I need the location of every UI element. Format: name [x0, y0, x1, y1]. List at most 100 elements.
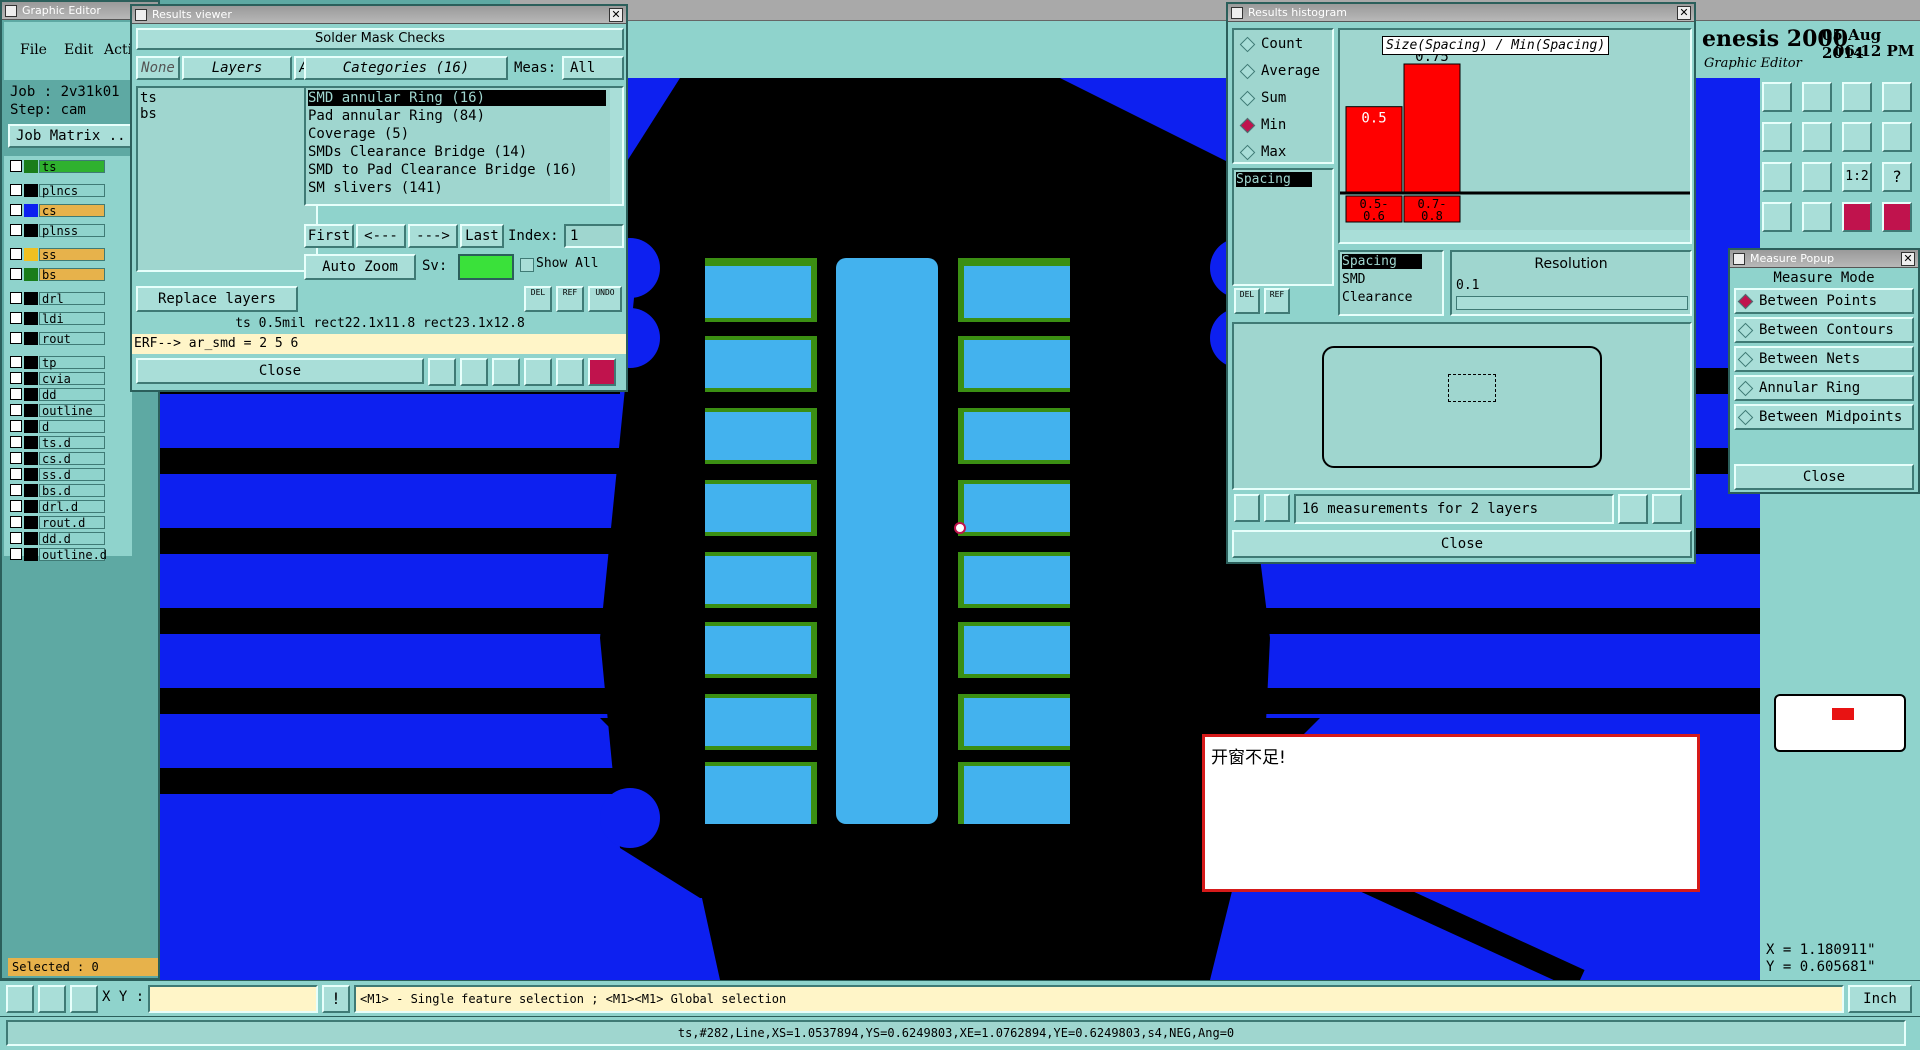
close-icon[interactable]: ✕ [1677, 6, 1691, 20]
layer-row-cvia[interactable]: cvia [10, 372, 106, 386]
categories-button[interactable]: Categories (16) [304, 56, 508, 80]
tool-redraw-icon[interactable] [1842, 122, 1872, 152]
tool-probe-icon[interactable] [1882, 202, 1912, 232]
menu-actions[interactable]: Acti [104, 42, 132, 58]
layer-checkbox[interactable] [10, 420, 22, 432]
window-menu-icon[interactable] [5, 5, 17, 17]
layer-row-cs[interactable]: cs [10, 204, 106, 218]
layer-row-ss[interactable]: ss [10, 248, 106, 262]
type-spacing[interactable]: Spacing [1236, 172, 1312, 187]
layer-checkbox[interactable] [10, 372, 22, 384]
hist-ref-icon[interactable]: REF [1264, 288, 1290, 314]
first-button[interactable]: First [304, 224, 354, 248]
measure-popup-close-button[interactable]: Close [1734, 464, 1914, 490]
tool-pan-left-icon[interactable] [1762, 122, 1792, 152]
layer-checkbox[interactable] [10, 184, 22, 196]
layer-checkbox[interactable] [10, 268, 22, 280]
tool-help-icon[interactable]: ? [1882, 162, 1912, 192]
aggregate-option-sum[interactable]: Sum [1239, 90, 1286, 106]
layer-result-bs[interactable]: bs [140, 106, 280, 122]
tool-zoom-out-icon[interactable] [1802, 82, 1832, 112]
category-item[interactable]: SMD to Pad Clearance Bridge (16) [308, 162, 606, 178]
layer-checkbox[interactable] [10, 404, 22, 416]
layer-row-dd[interactable]: dd [10, 388, 106, 402]
report-icon-5[interactable] [556, 358, 584, 386]
layer-checkbox[interactable] [10, 312, 22, 324]
layer-row-tp[interactable]: tp [10, 356, 106, 370]
smd-pad-left-2[interactable] [705, 340, 811, 388]
select-tool-icon[interactable] [6, 985, 34, 1013]
layer-checkbox[interactable] [10, 356, 22, 368]
menu-file[interactable]: File [20, 42, 47, 58]
tool-pan-right-icon[interactable] [1802, 122, 1832, 152]
report-icon-2[interactable] [460, 358, 488, 386]
layers-button[interactable]: Layers [182, 56, 292, 80]
layer-checkbox[interactable] [10, 332, 22, 344]
layer-checkbox[interactable] [10, 484, 22, 496]
filter-spacing[interactable]: Spacing [1342, 254, 1422, 269]
layer-checkbox[interactable] [10, 160, 22, 172]
layer-checkbox[interactable] [10, 532, 22, 544]
smd-pad-right-7[interactable] [964, 698, 1070, 746]
undo-icon[interactable]: UNDO [588, 286, 622, 312]
prev-button[interactable]: <--- [356, 224, 406, 248]
sv-color-select[interactable] [458, 254, 514, 280]
layer-row-dd.d[interactable]: dd.d [10, 532, 106, 546]
layer-checkbox[interactable] [10, 452, 22, 464]
smd-pad-left-5[interactable] [705, 556, 811, 604]
histogram-icon[interactable] [588, 358, 616, 386]
report-icon-3[interactable] [492, 358, 520, 386]
tool-snap-icon[interactable] [1882, 122, 1912, 152]
preview-ref-icon[interactable] [1264, 494, 1290, 522]
category-item[interactable]: SM slivers (141) [308, 180, 606, 196]
measure-type-list[interactable]: Spacing [1232, 168, 1334, 286]
measure-mode-option[interactable]: Between Points [1734, 288, 1914, 314]
units-select[interactable]: Inch [1848, 985, 1912, 1013]
layer-row-outline[interactable]: outline [10, 404, 106, 418]
categories-scrollbar[interactable] [610, 88, 622, 204]
measure-mode-option[interactable]: Between Nets [1734, 346, 1914, 372]
results-viewer-close-button[interactable]: Close [136, 358, 424, 384]
measure-mode-option[interactable]: Between Midpoints [1734, 404, 1914, 430]
layer-row-bs[interactable]: bs [10, 268, 106, 282]
overview-map[interactable] [1762, 656, 1920, 760]
tool-zoom-in-icon[interactable] [1762, 82, 1792, 112]
del-icon[interactable]: DEL [524, 286, 552, 312]
show-all-checkbox[interactable] [520, 258, 534, 272]
smd-pad-right-4[interactable] [964, 484, 1070, 532]
report-icon-4[interactable] [524, 358, 552, 386]
category-item[interactable]: SMDs Clearance Bridge (14) [308, 144, 606, 160]
smd-pad-left-7[interactable] [705, 698, 811, 746]
layer-row-drl.d[interactable]: drl.d [10, 500, 106, 514]
smd-pad-right-5[interactable] [964, 556, 1070, 604]
category-item[interactable]: SMD annular Ring (16) [308, 90, 606, 106]
export-icon-2[interactable] [1652, 494, 1682, 524]
edit-tool-icon[interactable] [38, 985, 66, 1013]
center-thermal-pad[interactable] [836, 258, 938, 824]
smd-pad-right-6[interactable] [964, 626, 1070, 674]
grid-tool-icon[interactable] [70, 985, 98, 1013]
layer-row-drl[interactable]: drl [10, 292, 106, 306]
menu-edit[interactable]: Edit [64, 42, 93, 58]
tool-grid-icon[interactable] [1802, 202, 1832, 232]
smd-pad-left-3[interactable] [705, 412, 811, 460]
layer-checkbox[interactable] [10, 248, 22, 260]
auto-zoom-select[interactable]: Auto Zoom [304, 254, 416, 280]
smd-pad-left-8[interactable] [705, 766, 811, 824]
layer-row-ts.d[interactable]: ts.d [10, 436, 106, 450]
layer-result-ts[interactable]: ts [140, 90, 280, 106]
layer-row-ldi[interactable]: ldi [10, 312, 106, 326]
layer-checkbox[interactable] [10, 500, 22, 512]
layer-row-rout.d[interactable]: rout.d [10, 516, 106, 530]
aggregate-option-average[interactable]: Average [1239, 63, 1320, 79]
layer-row-d[interactable]: d [10, 420, 106, 434]
smd-pad-left-1[interactable] [705, 266, 811, 318]
tool-window-icon[interactable] [1882, 82, 1912, 112]
ref-icon[interactable]: REF [556, 286, 584, 312]
report-icon-1[interactable] [428, 358, 456, 386]
category-item[interactable]: Coverage (5) [308, 126, 606, 142]
tool-net-icon[interactable] [1842, 202, 1872, 232]
histogram-bar[interactable] [1403, 63, 1461, 193]
smd-pad-right-3[interactable] [964, 412, 1070, 460]
smd-pad-right-1[interactable] [964, 266, 1070, 318]
